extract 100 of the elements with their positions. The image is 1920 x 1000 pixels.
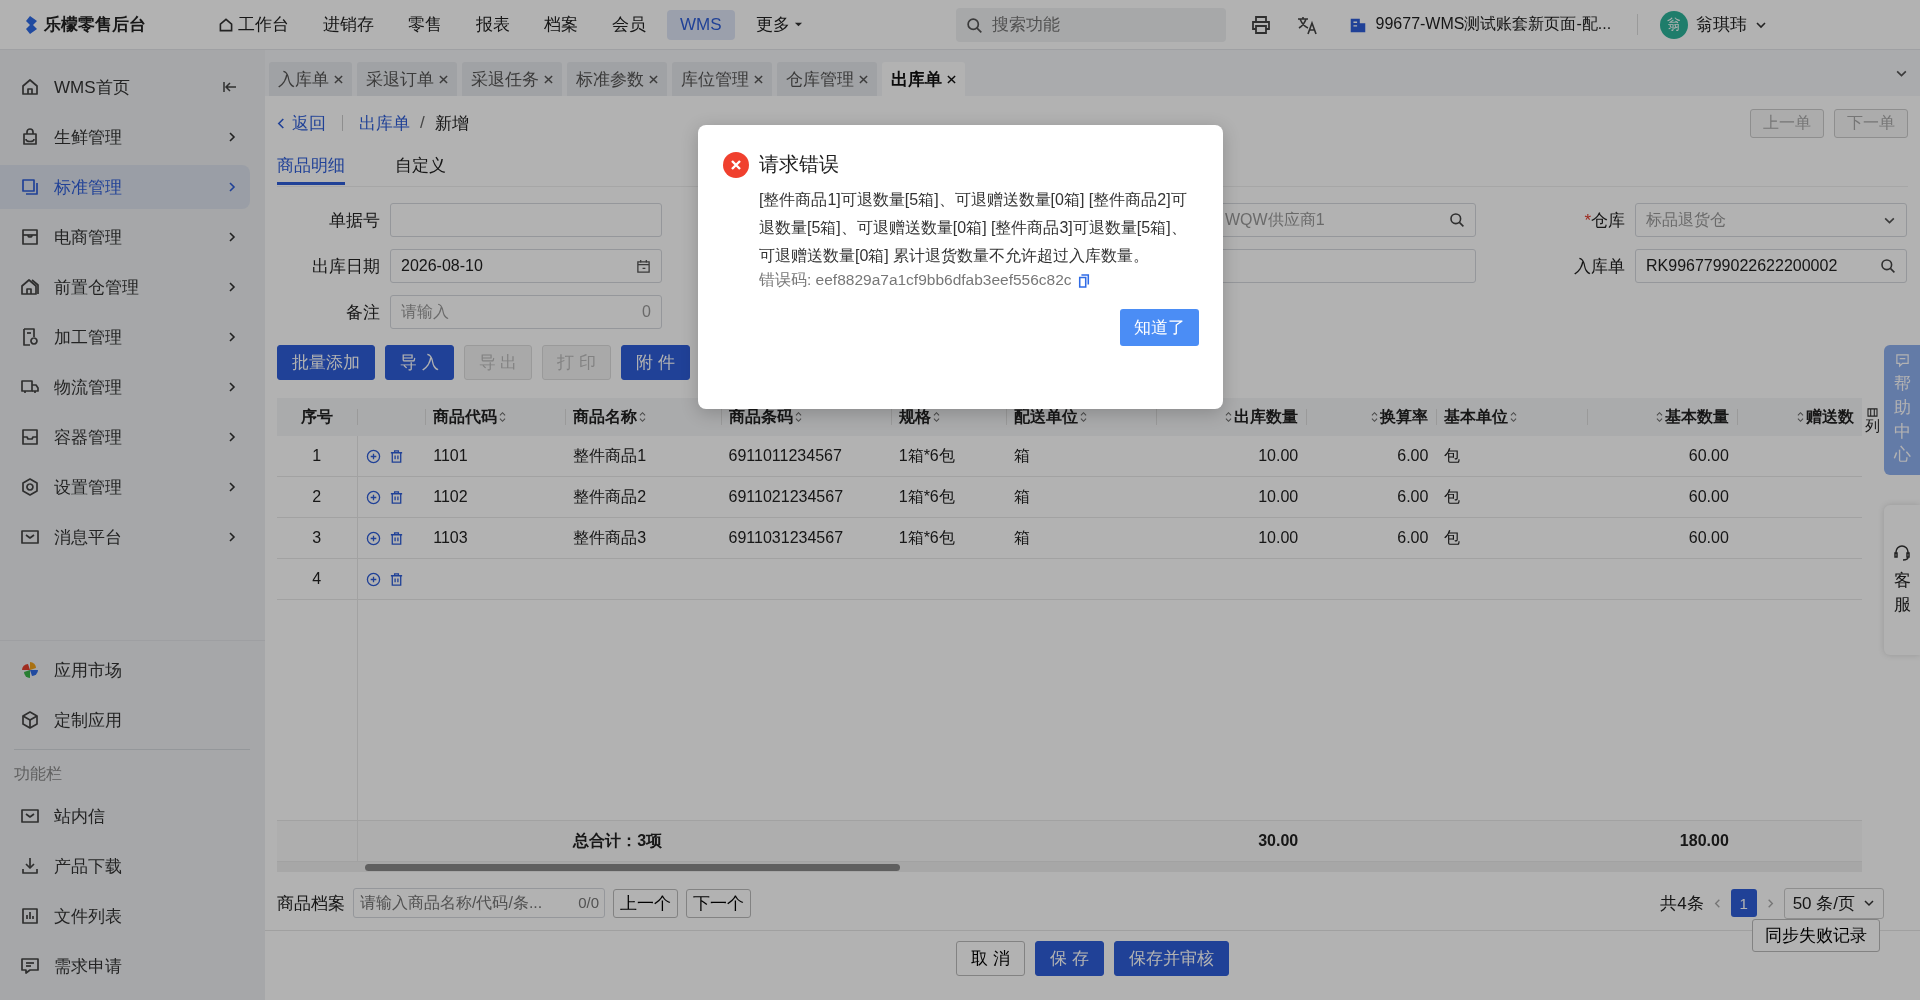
delete-icon[interactable] xyxy=(388,449,404,465)
close-icon[interactable] xyxy=(859,74,868,84)
add-icon[interactable] xyxy=(365,449,381,465)
table-cell: 60.00 xyxy=(1688,488,1729,505)
sort-icon[interactable] xyxy=(499,411,507,423)
nav-item[interactable]: WMS xyxy=(667,9,735,40)
sync-failed-button[interactable]: 同步失败记录 xyxy=(1752,919,1880,952)
close-icon[interactable] xyxy=(649,74,658,84)
sidebar-item[interactable]: 电商管理 xyxy=(0,215,250,259)
comment-icon xyxy=(1894,353,1910,368)
footer-button[interactable]: 保存并审核 xyxy=(1113,941,1229,976)
page-size-select[interactable]: 50 条/页 xyxy=(1783,887,1884,919)
chevron-right-icon xyxy=(226,481,238,493)
toolbar-button[interactable]: 附 件 xyxy=(621,345,690,380)
page-button[interactable]: 1 xyxy=(1730,889,1757,917)
chevron-left-icon xyxy=(277,117,286,129)
sidebar-item[interactable]: 加工管理 xyxy=(0,315,250,359)
house-icon xyxy=(20,277,40,297)
sub-tab[interactable]: 自定义 xyxy=(395,150,446,182)
delete-icon[interactable] xyxy=(388,490,404,506)
chevron-right-icon xyxy=(226,131,238,143)
sidebar-item[interactable]: 定制应用 xyxy=(0,698,250,742)
sidebar-item[interactable]: 标准管理 xyxy=(0,165,250,209)
sub-tab[interactable]: 商品明细 xyxy=(277,150,345,185)
sidebar-item[interactable]: 应用市场 xyxy=(0,648,250,692)
nav-item[interactable]: 零售 xyxy=(395,8,455,41)
table-cell: 整件商品2 xyxy=(573,487,647,505)
add-icon[interactable] xyxy=(365,572,381,588)
table-cell: 箱 xyxy=(1013,446,1030,464)
account-name[interactable]: 99677-WMS测试账套新页面-配... xyxy=(1375,14,1612,35)
table-cell: 整件商品3 xyxy=(573,528,647,546)
printer-icon[interactable] xyxy=(1249,13,1272,36)
chevron-right-icon xyxy=(226,381,238,393)
add-icon[interactable] xyxy=(365,531,381,547)
nav-item[interactable]: 进销存 xyxy=(310,8,387,41)
sort-icon[interactable] xyxy=(1225,411,1233,423)
nav-item[interactable]: 档案 xyxy=(531,8,591,41)
sidebar-item[interactable]: 需求申请 xyxy=(0,944,250,988)
delete-icon[interactable] xyxy=(388,531,404,547)
nav-item[interactable]: 工作台 xyxy=(205,8,302,41)
sidebar-item[interactable]: 产品下载 xyxy=(0,844,250,888)
close-icon[interactable] xyxy=(754,74,763,84)
total-value: 30.00 xyxy=(1258,832,1299,849)
more-menu[interactable]: 更多 xyxy=(742,8,816,41)
sidebar-item[interactable]: WMS首页 xyxy=(0,65,250,109)
sidebar-item[interactable]: 文件列表 xyxy=(0,894,250,938)
input-field[interactable] xyxy=(390,203,662,237)
sidebar-item[interactable]: 物流管理 xyxy=(0,365,250,409)
field-label: 商品档案 xyxy=(277,892,345,915)
page-tab[interactable]: 库位管理 xyxy=(672,62,772,96)
toolbar-button[interactable]: 导 入 xyxy=(385,345,454,380)
customer-service-button[interactable]: 客服 xyxy=(1884,505,1920,655)
footer-button[interactable]: 取 消 xyxy=(956,941,1025,976)
sort-icon[interactable] xyxy=(639,411,647,423)
back-link[interactable]: 返回 xyxy=(277,111,326,135)
close-icon[interactable] xyxy=(439,74,448,84)
close-icon[interactable] xyxy=(334,74,343,84)
page-tab[interactable]: 入库单 xyxy=(269,62,352,96)
sort-icon[interactable] xyxy=(1510,411,1518,423)
close-icon[interactable] xyxy=(947,74,956,84)
sidebar-item[interactable]: 生鲜管理 xyxy=(0,115,250,159)
collapse-icon[interactable] xyxy=(222,79,238,95)
breadcrumb-link[interactable]: 出库单 xyxy=(359,111,410,135)
toolbar-button[interactable]: 批量添加 xyxy=(277,345,375,380)
page-tab[interactable]: 仓库管理 xyxy=(777,62,877,96)
copy-icon[interactable] xyxy=(1077,273,1090,288)
field-label: 入库单 xyxy=(1573,255,1626,278)
sidebar-item[interactable]: 站内信 xyxy=(0,794,250,838)
chevron-down-icon xyxy=(1863,897,1875,909)
page-tab[interactable]: 标准参数 xyxy=(567,62,667,96)
square-icon xyxy=(20,177,40,197)
sidebar-item[interactable]: 消息平台 xyxy=(0,515,250,559)
close-icon[interactable] xyxy=(544,74,553,84)
app-logo: 乐檬零售后台 xyxy=(44,14,146,36)
sidebar-item[interactable]: 容器管理 xyxy=(0,415,250,459)
nav-item[interactable]: 报表 xyxy=(463,8,523,41)
previous-button[interactable]: 上一个 xyxy=(613,888,678,918)
add-icon[interactable] xyxy=(365,490,381,506)
search-field[interactable]: 搜索功能 xyxy=(955,7,1226,42)
nav-item[interactable]: 会员 xyxy=(599,8,659,41)
chevron-right-icon xyxy=(226,231,238,243)
page-tab[interactable]: 采退任务 xyxy=(462,62,562,96)
delete-icon[interactable] xyxy=(388,572,404,588)
scrollbar-thumb[interactable] xyxy=(365,863,900,871)
sort-icon[interactable] xyxy=(1371,411,1379,423)
sort-icon[interactable] xyxy=(1079,411,1087,423)
input-field[interactable]: RK9967799022622200002 xyxy=(1635,249,1907,283)
sort-icon[interactable] xyxy=(1797,411,1804,423)
next-button[interactable]: 下一个 xyxy=(686,888,751,918)
input-field[interactable]: 2026-08-10 xyxy=(390,249,662,283)
column-settings-button[interactable]: 列 xyxy=(1865,408,1880,436)
user-name[interactable]: 翁琪玮 xyxy=(1696,13,1748,36)
footer-button[interactable]: 保 存 xyxy=(1035,941,1104,976)
page-tab[interactable]: 采退订单 xyxy=(357,62,457,96)
sort-icon[interactable] xyxy=(794,411,802,423)
page-tab[interactable]: 出库单 xyxy=(882,62,965,96)
sidebar-item[interactable]: 前置仓管理 xyxy=(0,265,250,309)
sort-icon[interactable] xyxy=(1655,411,1663,423)
sort-icon[interactable] xyxy=(932,411,940,423)
sidebar-item[interactable]: 设置管理 xyxy=(0,465,250,509)
